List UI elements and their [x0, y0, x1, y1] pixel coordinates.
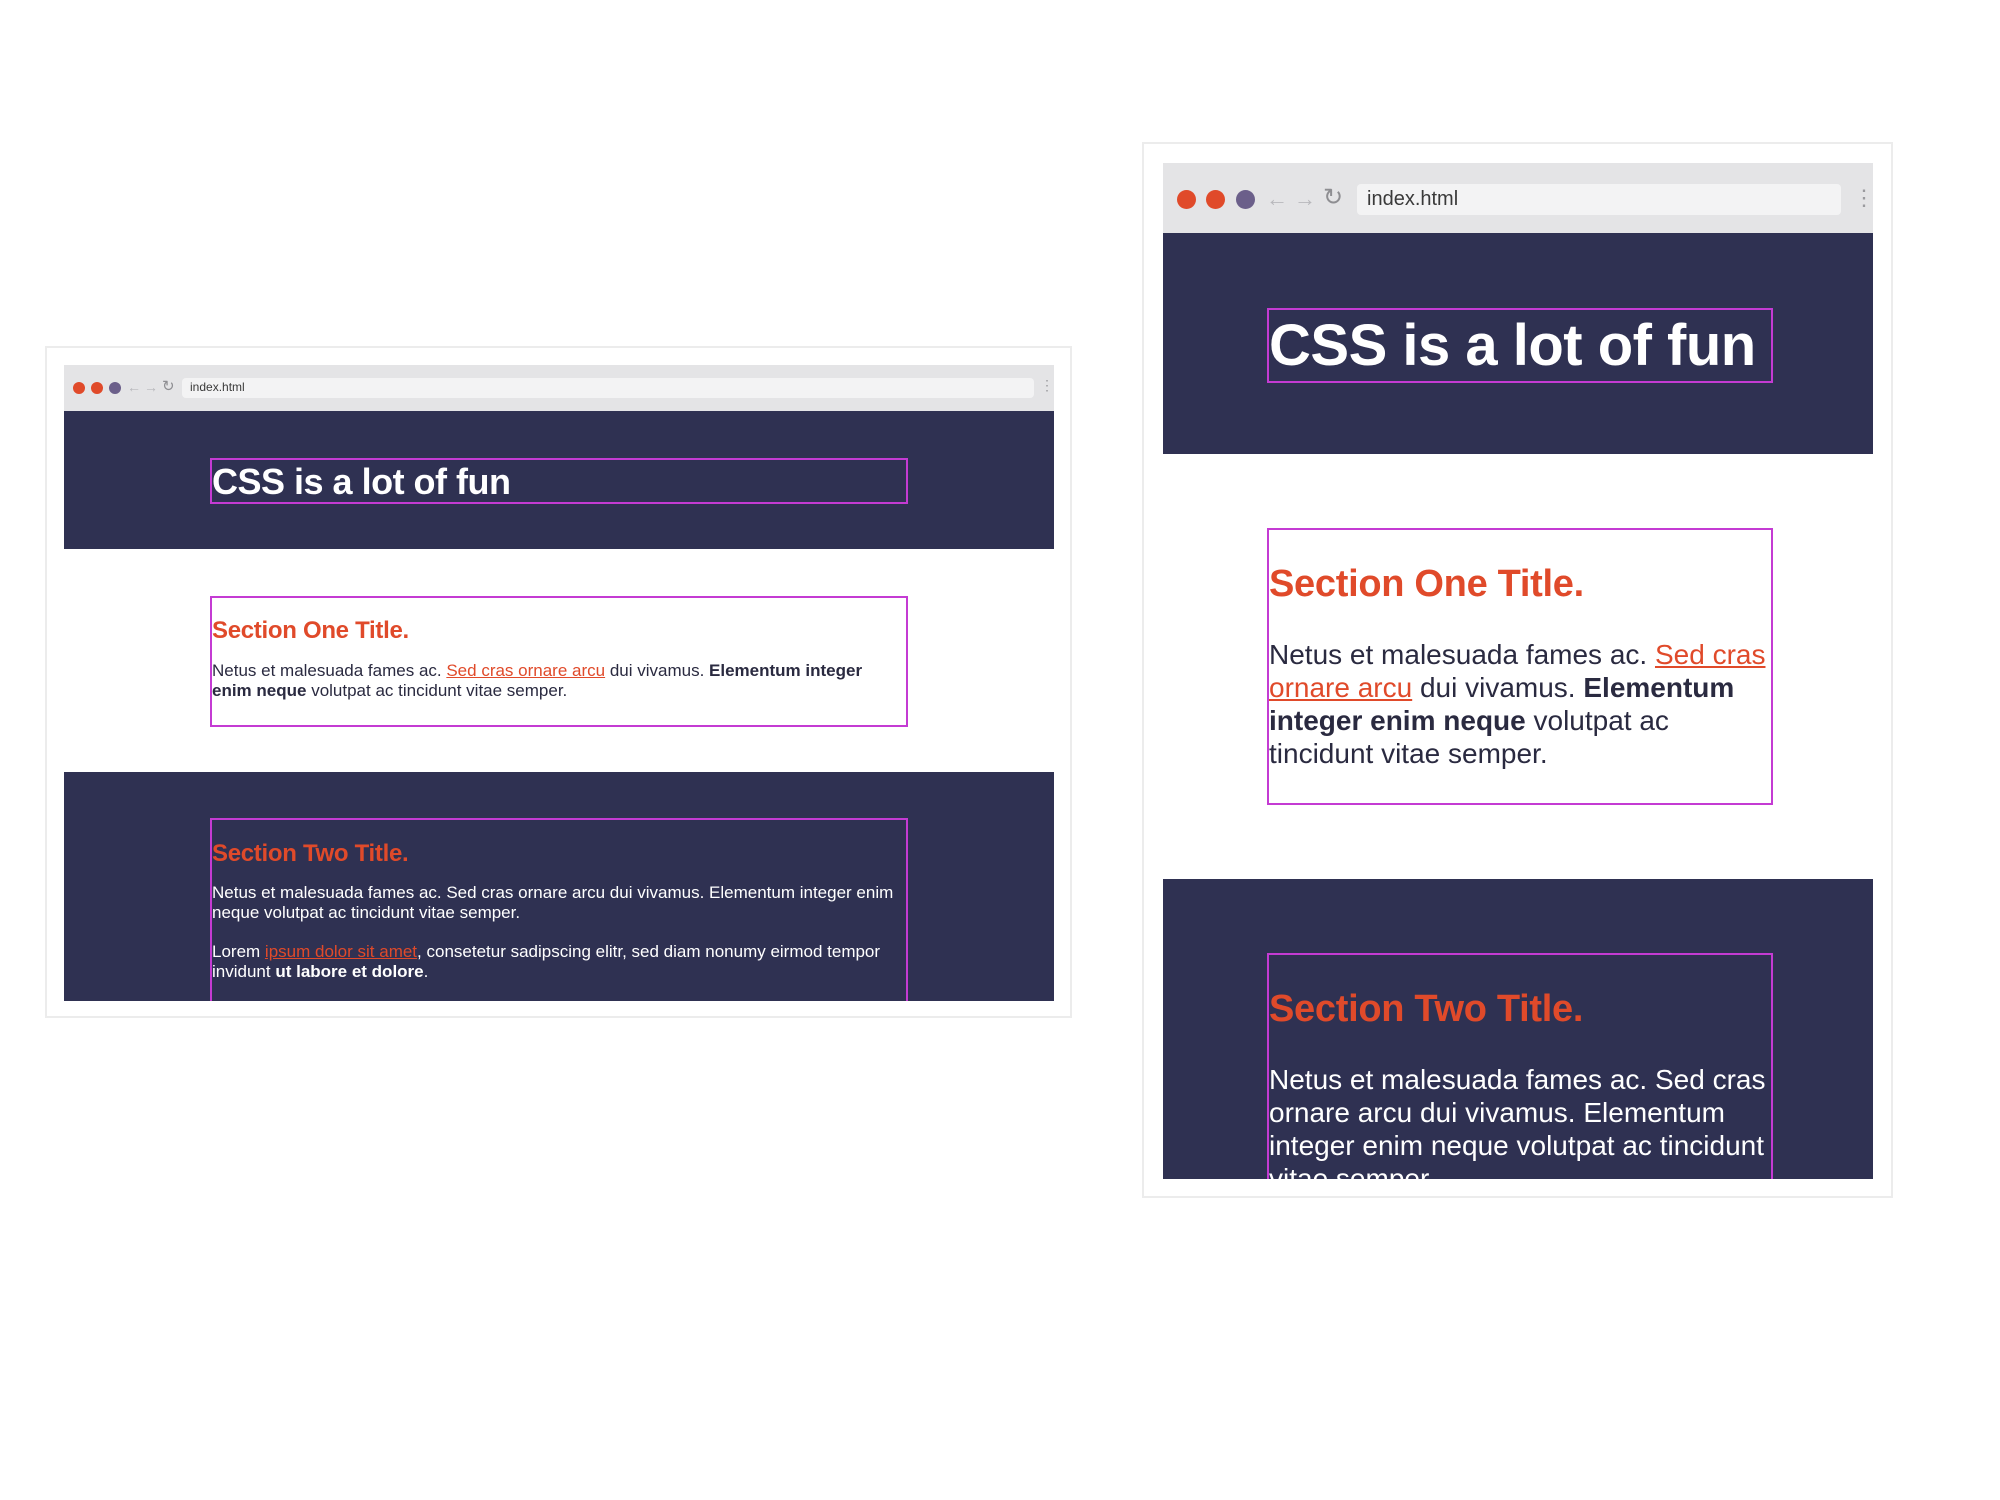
section-two-link[interactable]: ipsum dolor sit amet — [265, 942, 417, 961]
section-one-text-c: volutpat ac tincidunt vitae semper. — [306, 681, 568, 700]
desktop-browser-window: ← → ↻ index.html ⋮ CSS is a lot of fun S… — [64, 365, 1054, 1001]
url-text: index.html — [1367, 188, 1459, 210]
maximize-window-dot[interactable] — [1236, 190, 1255, 209]
section-one-paragraph: Netus et malesuada fames ac. Sed cras or… — [1269, 638, 1769, 770]
section-two-paragraph-2: Lorem ipsum dolor sit amet, consetetur s… — [212, 942, 902, 982]
reload-icon[interactable]: ↻ — [1323, 186, 1343, 210]
section-one-title: Section One Title. — [1269, 563, 1584, 605]
page-title: CSS is a lot of fun — [212, 461, 511, 502]
address-bar[interactable]: index.html — [1357, 184, 1841, 215]
section-one-paragraph: Netus et malesuada fames ac. Sed cras or… — [212, 661, 902, 701]
section-two-paragraph-1: Netus et malesuada fames ac. Sed cras or… — [212, 883, 894, 922]
close-window-dot[interactable] — [73, 382, 85, 394]
page-title: CSS is a lot of fun — [1269, 313, 1756, 378]
section-one-link[interactable]: Sed cras ornare arcu — [446, 661, 605, 680]
back-arrow-icon[interactable]: ← — [127, 380, 141, 394]
section-two-title: Section Two Title. — [212, 840, 409, 867]
url-text: index.html — [190, 380, 245, 394]
mobile-browser-window: ← → ↻ index.html ⋮ CSS is a lot of fun S… — [1163, 163, 1873, 1179]
reload-icon[interactable]: ↻ — [162, 379, 175, 394]
address-bar[interactable]: index.html — [182, 378, 1034, 398]
section-one-text-a: Netus et malesuada fames ac. — [1269, 639, 1655, 670]
section-two-text-c: . — [423, 962, 429, 981]
more-menu-icon[interactable]: ⋮ — [1853, 187, 1873, 209]
more-menu-icon[interactable]: ⋮ — [1040, 378, 1054, 392]
close-window-dot[interactable] — [1177, 190, 1196, 209]
minimize-window-dot[interactable] — [1206, 190, 1225, 209]
section-one-text-a: Netus et malesuada fames ac. — [212, 661, 447, 680]
section-one-text-b: dui vivamus. — [1412, 672, 1584, 703]
section-two-text-a: Lorem — [212, 942, 265, 961]
section-two-paragraph-1: Netus et malesuada fames ac. Sed cras or… — [1269, 1064, 1766, 1179]
maximize-window-dot[interactable] — [109, 382, 121, 394]
forward-arrow-icon[interactable]: → — [1294, 188, 1316, 210]
forward-arrow-icon[interactable]: → — [144, 380, 158, 394]
section-two-bold: ut labore et dolore — [275, 962, 424, 981]
back-arrow-icon[interactable]: ← — [1266, 188, 1288, 210]
section-one-title: Section One Title. — [212, 617, 409, 644]
mobile-preview-card: ← → ↻ index.html ⋮ CSS is a lot of fun S… — [1142, 142, 1893, 1198]
browser-toolbar: ← → ↻ index.html ⋮ — [1163, 163, 1873, 233]
minimize-window-dot[interactable] — [91, 382, 103, 394]
section-one-text-b: dui vivamus. — [605, 661, 710, 680]
browser-toolbar: ← → ↻ index.html ⋮ — [64, 365, 1054, 411]
desktop-preview-card: ← → ↻ index.html ⋮ CSS is a lot of fun S… — [45, 346, 1072, 1018]
section-two-title: Section Two Title. — [1269, 988, 1584, 1030]
